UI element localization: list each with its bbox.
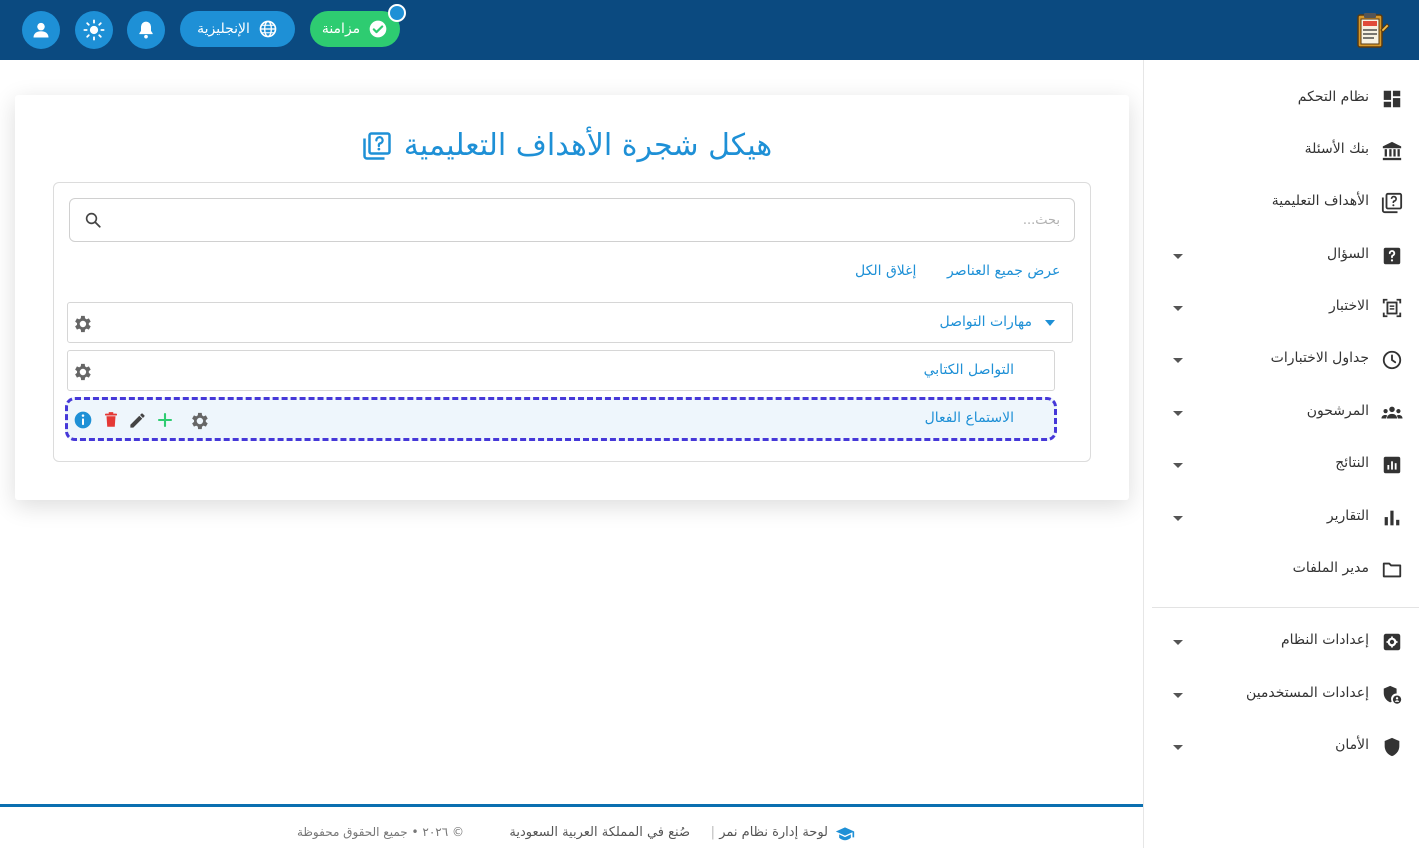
sidebar-item-system-settings[interactable]: إعدادات النظام bbox=[1144, 623, 1419, 663]
sidebar-item-security[interactable]: الأمان bbox=[1144, 728, 1419, 768]
chevron-down-icon[interactable] bbox=[1173, 306, 1183, 311]
footer-brand[interactable]: لوحة إدارة نظام نمر bbox=[719, 825, 828, 840]
sidebar-item-label: السؤال bbox=[1327, 246, 1369, 262]
tree-node-label: الاستماع الفعال bbox=[924, 410, 1014, 426]
chevron-down-icon[interactable] bbox=[1173, 411, 1183, 416]
theme-toggle-button[interactable] bbox=[75, 11, 113, 49]
page-title-row: هيكل شجرة الأهداف التعليمية bbox=[0, 128, 1134, 163]
collapse-all-link[interactable]: إغلاق الكل bbox=[855, 263, 916, 279]
sidebar-item-label: جداول الاختبارات bbox=[1270, 350, 1369, 366]
sidebar-item-file-manager[interactable]: مدير الملفات bbox=[1144, 551, 1419, 591]
clock-icon bbox=[1382, 350, 1402, 370]
sync-button[interactable]: مزامنة bbox=[310, 4, 406, 47]
tree-node-label: التواصل الكتابي bbox=[923, 362, 1014, 378]
sidebar-item-objectives[interactable]: الأهداف التعليمية bbox=[1144, 184, 1419, 224]
sidebar-item-exam[interactable]: الاختبار bbox=[1144, 289, 1419, 329]
page-title: هيكل شجرة الأهداف التعليمية bbox=[403, 128, 773, 163]
chevron-down-icon[interactable] bbox=[1173, 254, 1183, 259]
sidebar-item-label: مدير الملفات bbox=[1292, 560, 1369, 576]
tree-node-root[interactable]: مهارات التواصل bbox=[67, 302, 1073, 343]
expand-all-link[interactable]: عرض جميع العناصر bbox=[947, 263, 1060, 279]
folder-icon bbox=[1382, 562, 1402, 578]
footer-copyright: © ٢٠٢٦ • جميع الحقوق محفوظة bbox=[296, 825, 464, 839]
footer-divider bbox=[0, 804, 1143, 807]
sidebar-item-reports[interactable]: التقارير bbox=[1144, 499, 1419, 539]
gear-icon[interactable] bbox=[71, 313, 93, 335]
chevron-down-icon[interactable] bbox=[1173, 745, 1183, 750]
user-icon bbox=[33, 22, 49, 38]
gear-icon[interactable] bbox=[71, 361, 93, 383]
sun-icon bbox=[83, 19, 105, 41]
language-label: الإنجليزية bbox=[197, 21, 250, 37]
gear-icon[interactable] bbox=[188, 410, 210, 432]
chevron-down-icon[interactable] bbox=[1173, 358, 1183, 363]
add-icon[interactable] bbox=[156, 411, 174, 429]
sidebar-item-label: المرشحون bbox=[1306, 403, 1369, 419]
search-icon bbox=[85, 212, 101, 228]
profile-button[interactable] bbox=[22, 11, 60, 49]
top-bar: الإنجليزية مزامنة bbox=[0, 0, 1419, 60]
check-icon bbox=[369, 20, 387, 38]
bank-icon bbox=[1382, 141, 1402, 161]
footer-separator: | bbox=[710, 825, 715, 840]
exam-icon bbox=[1382, 298, 1402, 318]
sidebar-item-label: بنك الأسئلة bbox=[1304, 141, 1369, 157]
sidebar-item-exam-schedules[interactable]: جداول الاختبارات bbox=[1144, 341, 1419, 381]
sidebar-item-user-settings[interactable]: إعدادات المستخدمين bbox=[1144, 676, 1419, 716]
candidates-icon bbox=[1381, 406, 1403, 419]
sidebar: نظام التحكم بنك الأسئلة الأهداف التعليمي… bbox=[1143, 60, 1419, 848]
results-icon bbox=[1383, 456, 1401, 474]
search-input[interactable] bbox=[110, 199, 1060, 241]
tree-node-selected[interactable]: الاستماع الفعال bbox=[65, 397, 1057, 441]
exam-clipboard-icon bbox=[1357, 13, 1390, 48]
footer-made-in: صُنع في المملكة العربية السعودية bbox=[509, 825, 690, 840]
footer: لوحة إدارة نظام نمر | صُنع في المملكة ال… bbox=[0, 818, 1143, 848]
user-settings-icon bbox=[1383, 685, 1402, 704]
app-logo[interactable] bbox=[1352, 10, 1392, 50]
objectives-icon bbox=[363, 131, 391, 160]
chevron-down-icon[interactable] bbox=[1173, 516, 1183, 521]
globe-icon bbox=[259, 20, 277, 38]
sidebar-item-label: إعدادات المستخدمين bbox=[1246, 685, 1369, 701]
delete-icon[interactable] bbox=[102, 410, 120, 430]
language-button[interactable]: الإنجليزية bbox=[180, 11, 295, 47]
sidebar-item-label: إعدادات النظام bbox=[1280, 632, 1369, 648]
chevron-down-icon[interactable] bbox=[1173, 640, 1183, 645]
tree-node-child[interactable]: التواصل الكتابي bbox=[67, 350, 1055, 391]
objectives-icon bbox=[1381, 192, 1403, 214]
chevron-down-icon[interactable] bbox=[1173, 693, 1183, 698]
shield-icon bbox=[1384, 737, 1400, 757]
notifications-button[interactable] bbox=[127, 11, 165, 49]
sidebar-item-label: التقارير bbox=[1326, 508, 1369, 524]
sidebar-divider bbox=[1152, 607, 1419, 608]
dashboard-icon bbox=[1383, 90, 1401, 108]
sidebar-item-candidates[interactable]: المرشحون bbox=[1144, 394, 1419, 434]
sidebar-item-label: الاختبار bbox=[1328, 298, 1369, 314]
info-icon[interactable] bbox=[73, 410, 93, 430]
sidebar-item-results[interactable]: النتائج bbox=[1144, 446, 1419, 486]
sidebar-item-label: الأهداف التعليمية bbox=[1271, 193, 1369, 209]
sync-label: مزامنة bbox=[321, 21, 361, 37]
system-settings-icon bbox=[1383, 633, 1401, 651]
sidebar-item-question[interactable]: السؤال bbox=[1144, 237, 1419, 277]
sidebar-item-label: النتائج bbox=[1335, 455, 1369, 471]
sidebar-item-label: نظام التحكم bbox=[1297, 89, 1369, 105]
sync-status-dot bbox=[388, 4, 406, 22]
sidebar-item-label: الأمان bbox=[1335, 737, 1369, 753]
reports-icon bbox=[1384, 510, 1400, 526]
tree-node-label: مهارات التواصل bbox=[939, 314, 1033, 330]
chevron-down-icon[interactable] bbox=[1173, 463, 1183, 468]
graduation-cap-icon bbox=[835, 827, 855, 841]
caret-down-icon[interactable] bbox=[1044, 319, 1056, 327]
edit-icon[interactable] bbox=[128, 411, 147, 430]
question-icon bbox=[1383, 247, 1401, 265]
bell-icon bbox=[139, 21, 153, 39]
sidebar-item-question-bank[interactable]: بنك الأسئلة bbox=[1144, 132, 1419, 172]
sidebar-item-dashboard[interactable]: نظام التحكم bbox=[1144, 80, 1419, 120]
search-box[interactable] bbox=[69, 198, 1075, 242]
